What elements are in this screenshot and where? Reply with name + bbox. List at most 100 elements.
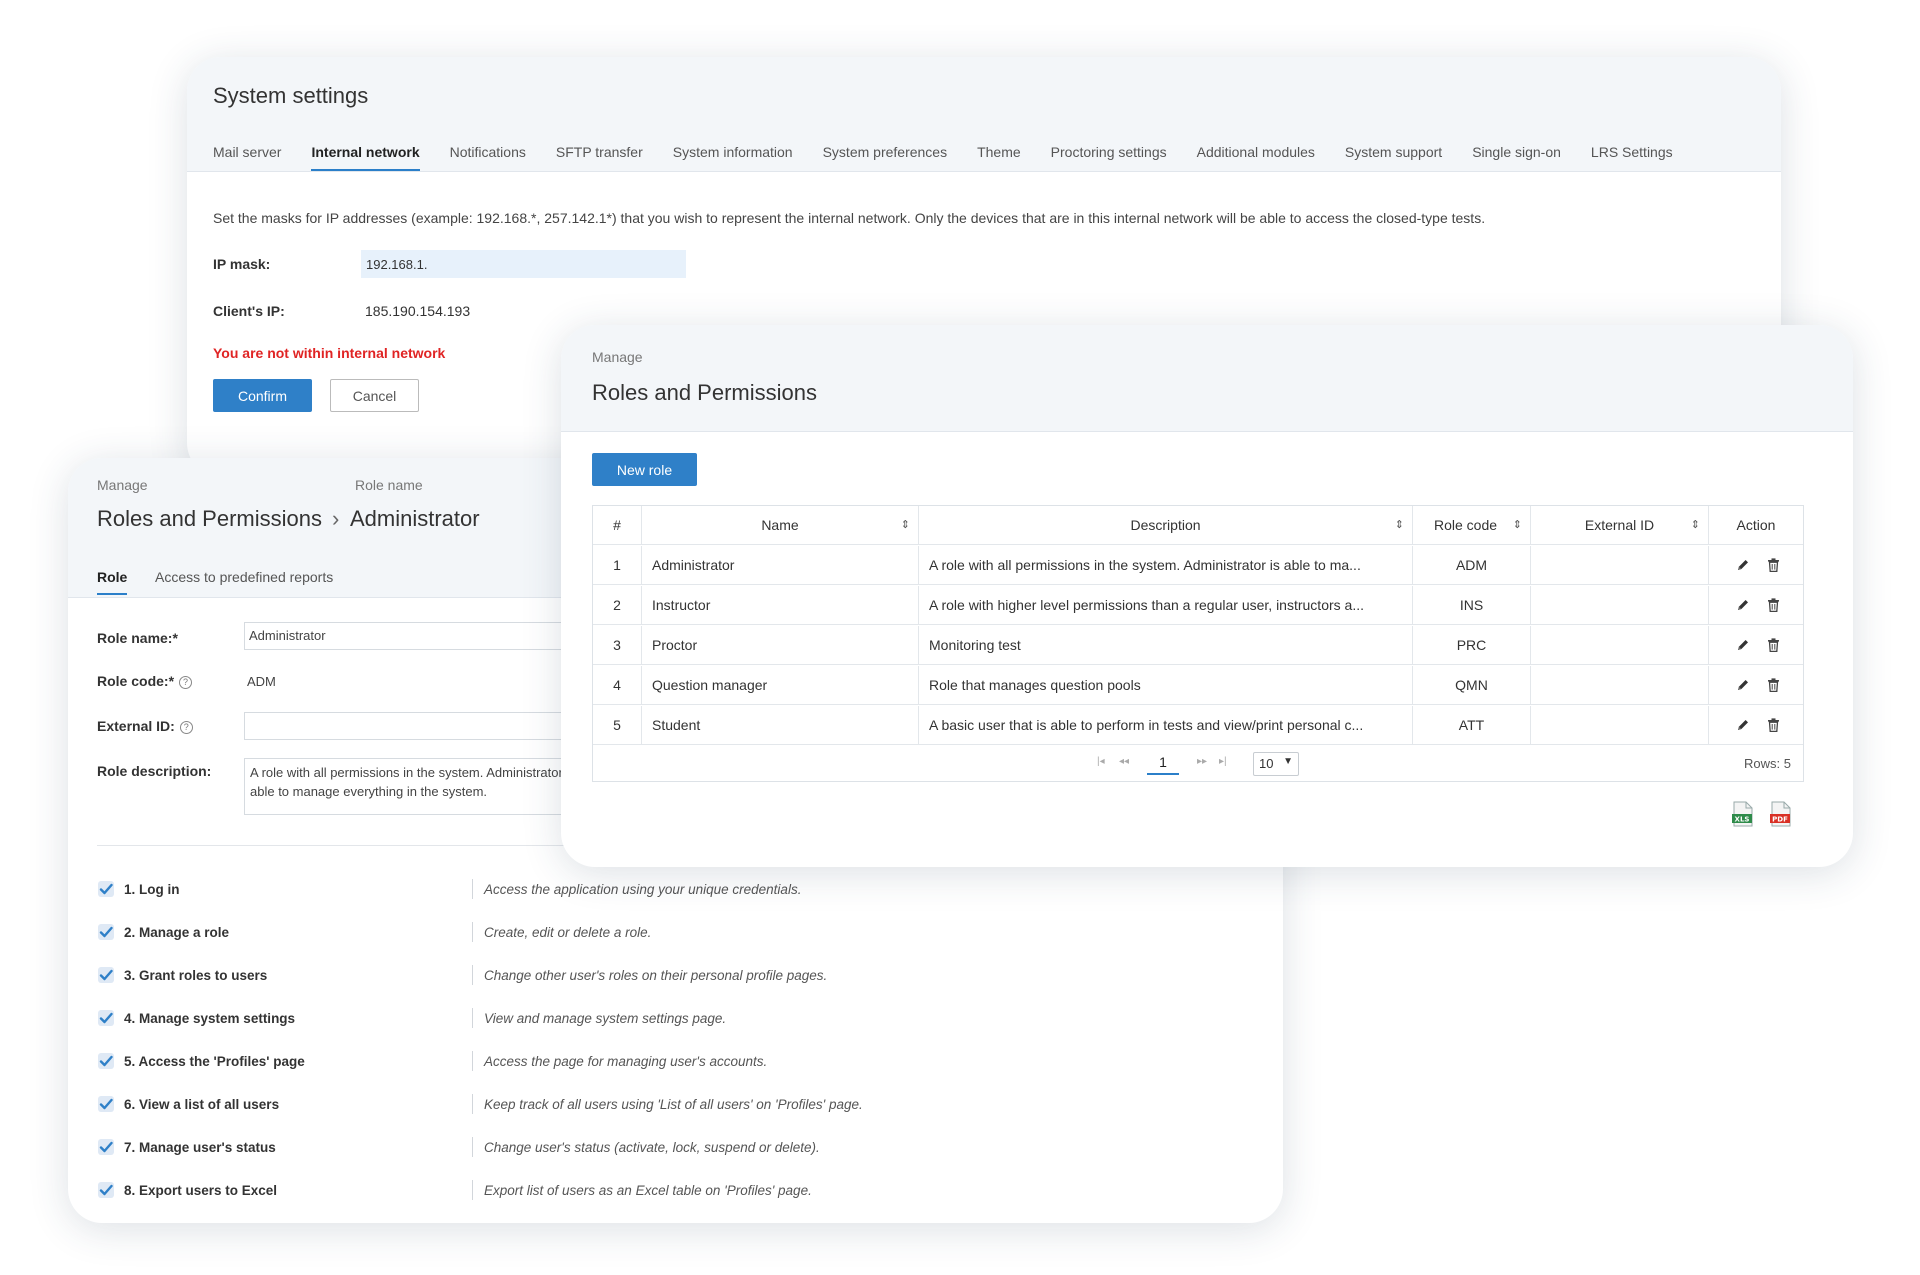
column-header-description[interactable]: Description ⇕ xyxy=(919,506,1413,545)
external-id-label-row: External ID:? xyxy=(97,718,193,734)
role-description-cell: A role with higher level permissions tha… xyxy=(919,586,1413,625)
sort-icon[interactable]: ⇕ xyxy=(901,506,910,545)
role-description-cell: A role with all permissions in the syste… xyxy=(919,546,1413,585)
edit-icon[interactable] xyxy=(1736,558,1750,572)
permission-row: 6. View a list of all users Keep track of… xyxy=(97,1094,1247,1118)
tab-system-support[interactable]: System support xyxy=(1345,144,1442,171)
external-id-input[interactable] xyxy=(244,712,584,740)
excel-export-icon[interactable]: XLS xyxy=(1732,801,1754,827)
role-name-input[interactable]: Administrator xyxy=(244,622,584,650)
delete-icon[interactable] xyxy=(1767,718,1780,733)
tab-theme[interactable]: Theme xyxy=(977,144,1021,171)
role-name-cell: Student xyxy=(642,706,919,745)
table-header-row: # Name ⇕ Description ⇕ Role code ⇕ External… xyxy=(593,506,1803,545)
first-page-icon[interactable]: |◂ xyxy=(1097,756,1105,767)
role-code-label: Role code:* xyxy=(97,673,175,689)
delete-icon[interactable] xyxy=(1767,598,1780,613)
action-cell xyxy=(1709,666,1803,705)
tab-system-information[interactable]: System information xyxy=(673,144,793,171)
permission-description: Create, edit or delete a role. xyxy=(484,925,652,940)
permission-checkbox[interactable] xyxy=(98,924,114,940)
edit-icon[interactable] xyxy=(1736,638,1750,652)
tab-system-preferences[interactable]: System preferences xyxy=(823,144,948,171)
breadcrumb-current-role: Administrator xyxy=(350,506,480,531)
edit-icon[interactable] xyxy=(1736,678,1750,692)
tab-lrs-settings[interactable]: LRS Settings xyxy=(1591,144,1673,171)
permission-divider xyxy=(472,1094,473,1114)
tab-single-sign-on[interactable]: Single sign-on xyxy=(1472,144,1561,171)
role-description-cell: Role that manages question pools xyxy=(919,666,1413,705)
confirm-button[interactable]: Confirm xyxy=(213,379,312,412)
help-icon[interactable]: ? xyxy=(179,720,193,734)
external-id-cell xyxy=(1531,546,1709,585)
chevron-down-icon: ▼ xyxy=(1283,756,1293,767)
breadcrumb-roles-link[interactable]: Roles and Permissions xyxy=(97,506,322,532)
permission-checkbox[interactable] xyxy=(98,1053,114,1069)
permission-checkbox[interactable] xyxy=(98,967,114,983)
permission-label: 3. Grant roles to users xyxy=(124,968,268,983)
delete-icon[interactable] xyxy=(1767,638,1780,653)
delete-icon[interactable] xyxy=(1767,558,1780,573)
column-header-external-id[interactable]: External ID ⇕ xyxy=(1531,506,1709,545)
permission-checkbox[interactable] xyxy=(98,881,114,897)
network-warning: You are not within internal network xyxy=(213,345,446,361)
permission-description: View and manage system settings page. xyxy=(484,1011,727,1026)
current-page[interactable]: 1 xyxy=(1147,754,1179,775)
role-name-cell: Instructor xyxy=(642,586,919,625)
sort-icon[interactable]: ⇕ xyxy=(1513,506,1522,545)
tab-sftp-transfer[interactable]: SFTP transfer xyxy=(556,144,643,171)
delete-icon[interactable] xyxy=(1767,678,1780,693)
permission-checkbox[interactable] xyxy=(98,1010,114,1026)
edit-icon[interactable] xyxy=(1736,598,1750,612)
page-size-value: 10 xyxy=(1259,756,1274,771)
tab-mail-server[interactable]: Mail server xyxy=(213,144,281,171)
help-icon[interactable]: ? xyxy=(179,675,193,689)
tab-internal-network[interactable]: Internal network xyxy=(311,144,420,171)
table-row[interactable]: 1 Administrator A role with all permission… xyxy=(593,546,1803,585)
role-code-value: ADM xyxy=(247,674,276,689)
tab-additional-modules[interactable]: Additional modules xyxy=(1197,144,1315,171)
pdf-export-icon[interactable]: PDF xyxy=(1770,801,1792,827)
settings-tabs: Mail server Internal network Notificatio… xyxy=(213,144,1703,171)
client-ip-label: Client's IP: xyxy=(213,303,285,319)
last-page-icon[interactable]: ▸| xyxy=(1219,756,1227,767)
role-description-textarea[interactable]: A role with all permissions in the syste… xyxy=(244,758,584,815)
previous-page-icon[interactable]: ◂◂ xyxy=(1119,756,1129,767)
client-ip-value: 185.190.154.193 xyxy=(365,303,471,319)
tab-notifications[interactable]: Notifications xyxy=(450,144,526,171)
check-icon xyxy=(99,1055,113,1067)
table-row[interactable]: 4 Question manager Role that manages quest… xyxy=(593,666,1803,705)
column-header-role-code-label: Role code xyxy=(1433,517,1498,533)
next-page-icon[interactable]: ▸▸ xyxy=(1197,756,1207,767)
breadcrumb-role-name-label: Role name xyxy=(355,477,423,493)
tab-role[interactable]: Role xyxy=(97,569,128,595)
edit-icon[interactable] xyxy=(1736,718,1750,732)
external-id-label: External ID: xyxy=(97,718,175,734)
table-row[interactable]: 5 Student A basic user that is able to per… xyxy=(593,706,1803,745)
breadcrumb-manage-label: Manage xyxy=(97,477,148,493)
page-size-select[interactable]: 10 ▼ xyxy=(1253,752,1299,776)
cancel-button[interactable]: Cancel xyxy=(330,379,419,412)
permission-label: 2. Manage a role xyxy=(124,925,230,940)
ip-mask-input[interactable] xyxy=(361,250,686,278)
permission-checkbox[interactable] xyxy=(98,1182,114,1198)
new-role-button[interactable]: New role xyxy=(592,453,697,486)
external-id-cell xyxy=(1531,626,1709,665)
table-row[interactable]: 3 Proctor Monitoring test PRC xyxy=(593,626,1803,665)
sort-icon[interactable]: ⇕ xyxy=(1395,506,1404,545)
system-settings-header: System settings Mail server Internal net… xyxy=(187,57,1781,172)
tab-proctoring-settings[interactable]: Proctoring settings xyxy=(1051,144,1167,171)
sort-icon[interactable]: ⇕ xyxy=(1691,506,1700,545)
tab-access-predefined-reports[interactable]: Access to predefined reports xyxy=(155,569,333,593)
check-icon xyxy=(99,1098,113,1110)
role-name-cell: Administrator xyxy=(642,546,919,585)
permission-row: 5. Access the 'Profiles' page Access the … xyxy=(97,1051,1247,1075)
check-icon xyxy=(99,969,113,981)
permission-label: 7. Manage user's status xyxy=(124,1140,276,1155)
permission-checkbox[interactable] xyxy=(98,1139,114,1155)
column-header-name[interactable]: Name ⇕ xyxy=(642,506,919,545)
table-row[interactable]: 2 Instructor A role with higher level perm… xyxy=(593,586,1803,625)
permission-checkbox[interactable] xyxy=(98,1096,114,1112)
check-icon xyxy=(99,1012,113,1024)
column-header-role-code[interactable]: Role code ⇕ xyxy=(1413,506,1531,545)
